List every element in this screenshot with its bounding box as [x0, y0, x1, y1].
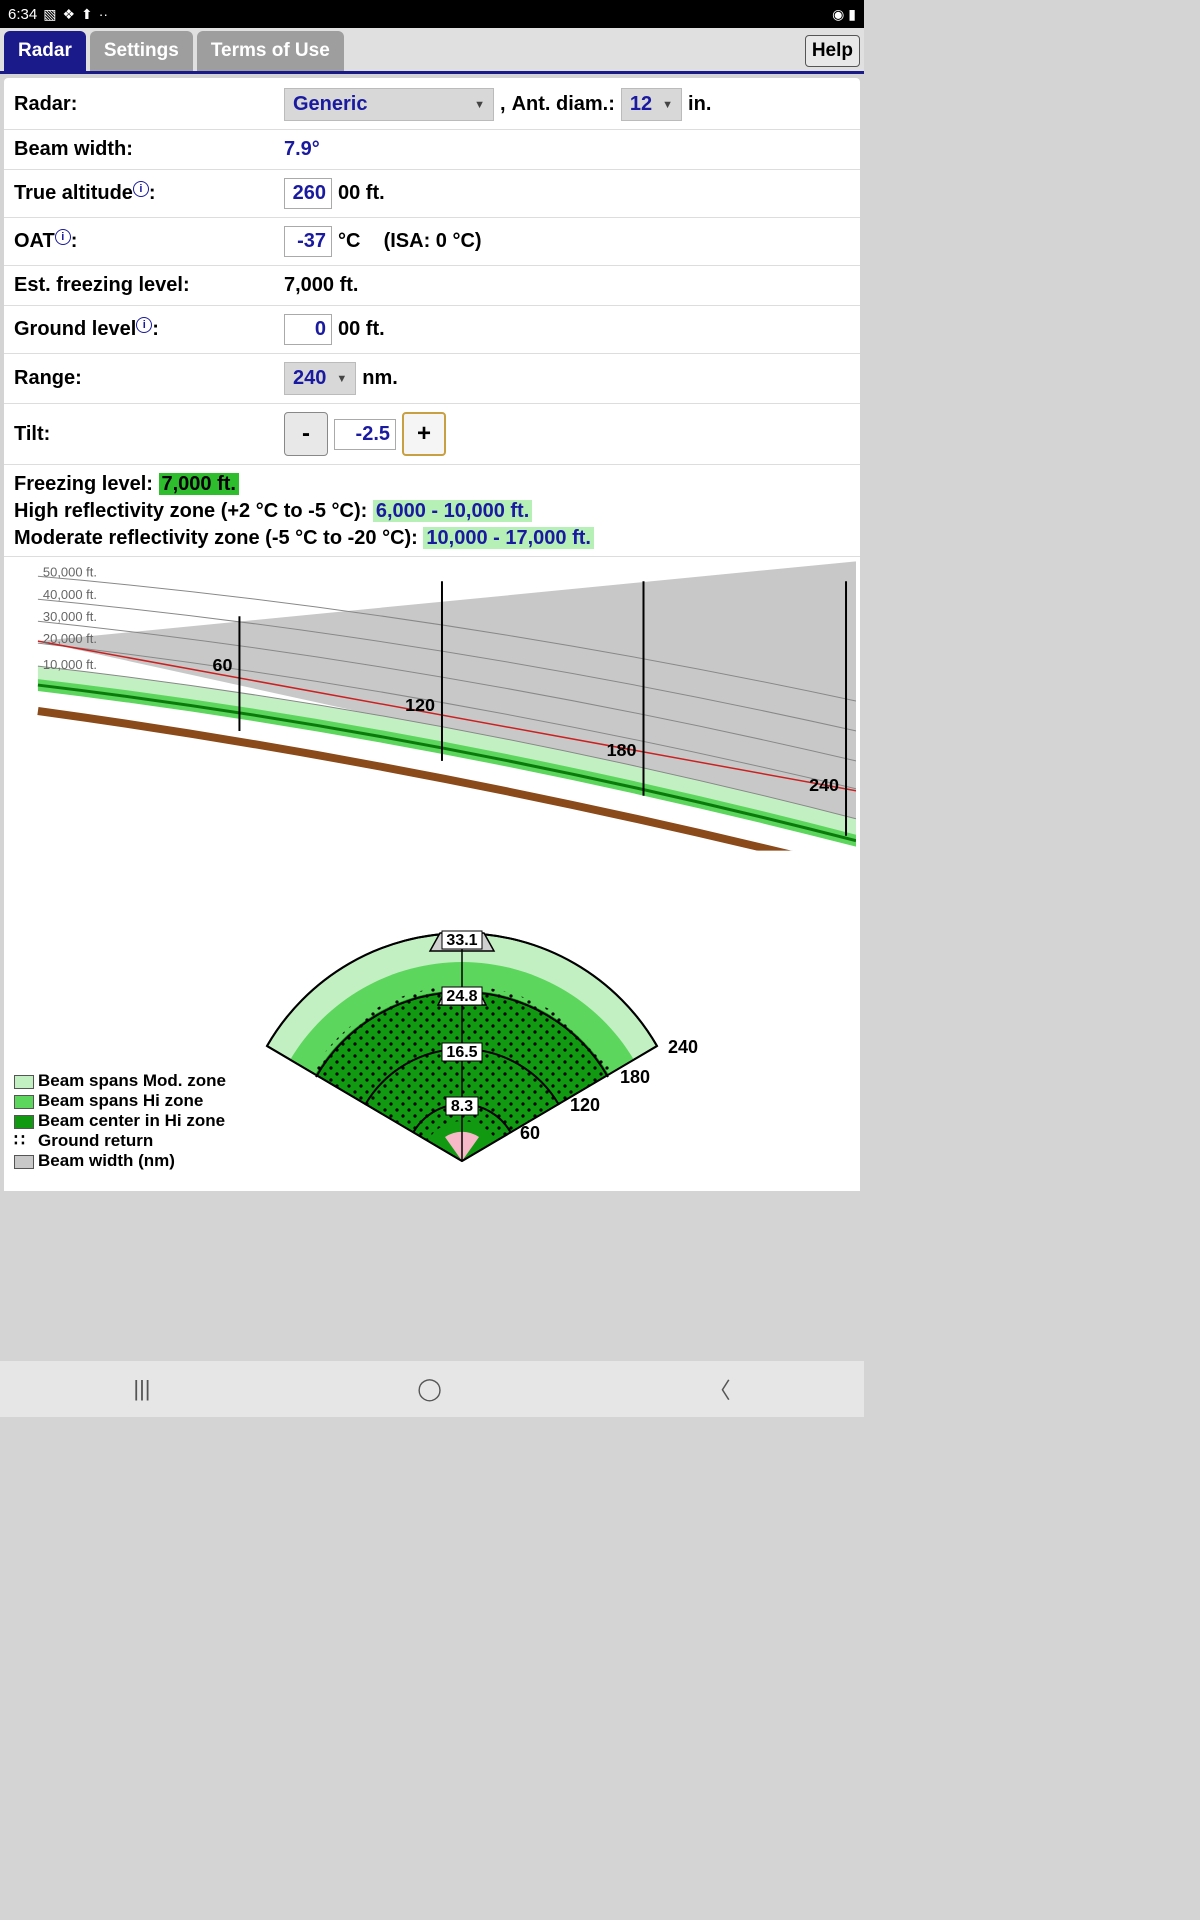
svg-text:60: 60	[520, 1123, 540, 1143]
svg-text:16.5: 16.5	[446, 1044, 477, 1061]
tab-settings[interactable]: Settings	[90, 31, 193, 71]
plan-legend: Beam spans Mod. zone Beam spans Hi zone …	[14, 1071, 226, 1171]
oat-input[interactable]: -37	[284, 226, 332, 257]
chevron-down-icon: ▼	[474, 99, 485, 111]
status-bar: 6:34 ▧ ❖ ⬆ ·· ◉ ▮	[0, 0, 864, 28]
recent-apps-icon[interactable]: |||	[133, 1376, 150, 1402]
wifi-icon: ◉	[832, 6, 844, 23]
info-icon[interactable]: i	[55, 229, 71, 245]
svg-text:60: 60	[213, 655, 233, 675]
plan-view-chart: Beam spans Mod. zone Beam spans Hi zone …	[4, 851, 860, 1181]
info-icon[interactable]: i	[136, 317, 152, 333]
more-icon: ··	[99, 6, 108, 22]
oat-isa: (ISA: 0 °C)	[384, 230, 482, 253]
svg-text:240: 240	[668, 1037, 698, 1057]
tilt-minus-button[interactable]: -	[284, 412, 328, 456]
svg-text:30,000 ft.: 30,000 ft.	[43, 609, 97, 624]
ant-diam-label: Ant. diam.:	[512, 93, 615, 116]
beam-width-label: Beam width:	[14, 138, 284, 161]
ground-level-input[interactable]: 0	[284, 314, 332, 345]
svg-text:50,000 ft.: 50,000 ft.	[43, 564, 97, 579]
ground-level-label: Ground leveli:	[14, 317, 284, 341]
range-select[interactable]: 240 ▼	[284, 362, 356, 395]
dropbox-icon: ❖	[62, 6, 75, 23]
freezing-level-label: Est. freezing level:	[14, 274, 284, 297]
svg-text:180: 180	[620, 1067, 650, 1087]
svg-text:120: 120	[405, 695, 435, 715]
svg-text:120: 120	[570, 1095, 600, 1115]
chevron-down-icon: ▼	[662, 99, 673, 111]
radar-select[interactable]: Generic ▼	[284, 88, 494, 121]
svg-text:20,000 ft.: 20,000 ft.	[43, 631, 97, 646]
tilt-plus-button[interactable]: +	[402, 412, 446, 456]
tilt-label: Tilt:	[14, 423, 284, 446]
image-icon: ▧	[43, 6, 56, 23]
svg-text:24.8: 24.8	[446, 988, 477, 1005]
tab-radar[interactable]: Radar	[4, 31, 86, 71]
upload-icon: ⬆	[81, 6, 93, 23]
battery-icon: ▮	[848, 6, 856, 23]
svg-text:40,000 ft.: 40,000 ft.	[43, 587, 97, 602]
oat-label: OATi:	[14, 229, 284, 253]
tilt-input[interactable]: -2.5	[334, 419, 396, 450]
svg-text:10,000 ft.: 10,000 ft.	[43, 657, 97, 672]
content-panel: Radar: Generic ▼ , Ant. diam.: 12 ▼ in. …	[4, 78, 860, 1191]
home-icon[interactable]: ◯	[417, 1376, 442, 1402]
svg-text:33.1: 33.1	[446, 932, 477, 949]
android-nav-bar: ||| ◯ 〈	[0, 1361, 864, 1417]
true-altitude-label: True altitudei:	[14, 181, 284, 205]
chevron-down-icon: ▼	[336, 373, 347, 385]
help-button[interactable]: Help	[805, 35, 860, 67]
info-icon[interactable]: i	[133, 181, 149, 197]
svg-text:8.3: 8.3	[451, 1098, 473, 1115]
side-view-chart: 50,000 ft. 40,000 ft. 30,000 ft. 20,000 …	[4, 557, 860, 851]
tab-row: Radar Settings Terms of Use Help	[0, 28, 864, 74]
true-altitude-input[interactable]: 260	[284, 178, 332, 209]
status-time: 6:34	[8, 6, 37, 23]
ant-diam-select[interactable]: 12 ▼	[621, 88, 682, 121]
svg-text:180: 180	[607, 740, 637, 760]
beam-width-value: 7.9°	[284, 138, 320, 161]
tab-terms[interactable]: Terms of Use	[197, 31, 344, 71]
back-icon[interactable]: 〈	[709, 1373, 731, 1405]
reflectivity-summary: Freezing level: 7,000 ft. High reflectiv…	[4, 465, 860, 557]
radar-label: Radar:	[14, 93, 284, 116]
freezing-level-value: 7,000 ft.	[284, 274, 358, 297]
range-label: Range:	[14, 367, 284, 390]
svg-text:240: 240	[809, 775, 839, 795]
